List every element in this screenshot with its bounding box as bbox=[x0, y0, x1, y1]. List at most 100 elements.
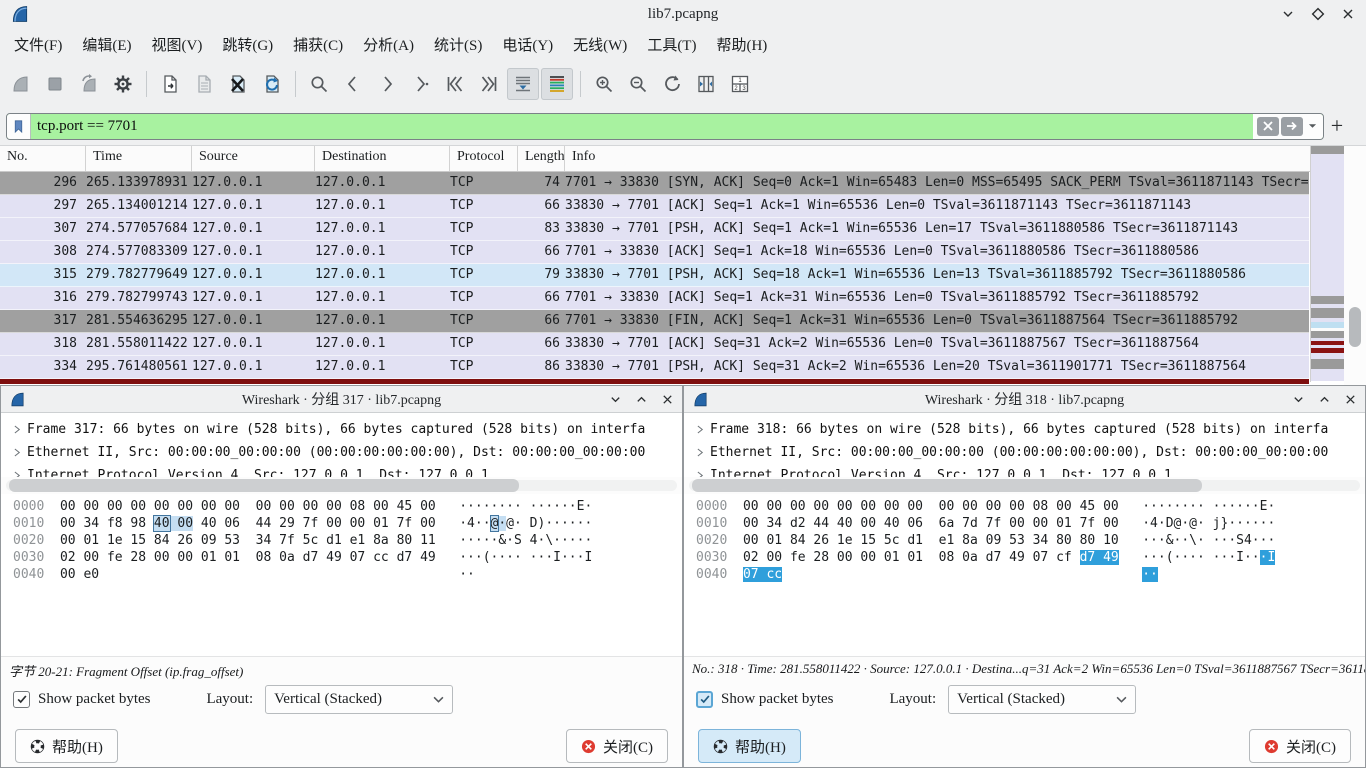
hex-line[interactable]: 0030 02 00 fe 28 00 00 01 01 08 0a d7 49… bbox=[696, 549, 1365, 566]
zoom-in-icon[interactable] bbox=[588, 68, 620, 100]
menu-item-9[interactable]: 工具(T) bbox=[637, 30, 706, 59]
close-icon[interactable] bbox=[660, 392, 674, 406]
menu-item-7[interactable]: 电话(Y) bbox=[492, 30, 563, 59]
tree-row[interactable]: Internet Protocol Version 4, Src: 127.0.… bbox=[7, 464, 682, 477]
close-icon[interactable] bbox=[1343, 392, 1357, 406]
filter-clear-icon[interactable] bbox=[1257, 117, 1279, 136]
packet-row-296[interactable]: 296265.133978931127.0.0.1127.0.0.1TCP747… bbox=[0, 172, 1309, 195]
hex-line[interactable]: 0020 00 01 1e 15 84 26 09 53 34 7f 5c d1… bbox=[13, 532, 682, 549]
minimize-icon[interactable] bbox=[1291, 392, 1305, 406]
start-capture-icon[interactable] bbox=[5, 68, 37, 100]
packet-detail-tree[interactable]: Frame 317: 66 bytes on wire (528 bits), … bbox=[1, 413, 682, 477]
packet-row-297[interactable]: 297265.134001214127.0.0.1127.0.0.1TCP663… bbox=[0, 195, 1309, 218]
partial-packet-row[interactable] bbox=[0, 379, 1309, 384]
column-header-length[interactable]: Length bbox=[518, 146, 565, 171]
expander-chevron-icon[interactable] bbox=[690, 448, 710, 457]
packet-row-317[interactable]: 317281.554636295127.0.0.1127.0.0.1TCP667… bbox=[0, 310, 1309, 333]
column-header-source[interactable]: Source bbox=[192, 146, 315, 171]
packet-row-316[interactable]: 316279.782799743127.0.0.1127.0.0.1TCP667… bbox=[0, 287, 1309, 310]
filter-add-button[interactable]: + bbox=[1324, 113, 1350, 139]
restart-capture-icon[interactable] bbox=[73, 68, 105, 100]
menu-item-4[interactable]: 捕获(C) bbox=[283, 30, 353, 59]
go-back-icon[interactable] bbox=[337, 68, 369, 100]
tree-row[interactable]: Ethernet II, Src: 00:00:00_00:00:00 (00:… bbox=[7, 441, 682, 464]
scrollbar-handle[interactable] bbox=[9, 479, 519, 492]
resize-columns-icon[interactable] bbox=[690, 68, 722, 100]
colorize-packets-icon[interactable] bbox=[541, 68, 573, 100]
display-columns-icon[interactable]: 123 bbox=[724, 68, 756, 100]
find-packet-icon[interactable] bbox=[303, 68, 335, 100]
zoom-out-icon[interactable] bbox=[622, 68, 654, 100]
hex-line[interactable]: 0000 00 00 00 00 00 00 00 00 00 00 00 00… bbox=[696, 498, 1365, 515]
hex-line[interactable]: 0030 02 00 fe 28 00 00 01 01 08 0a d7 49… bbox=[13, 549, 682, 566]
close-button[interactable]: 关闭(C) bbox=[1249, 729, 1351, 763]
filter-dropdown-icon[interactable] bbox=[1305, 123, 1319, 129]
menu-item-0[interactable]: 文件(F) bbox=[4, 30, 72, 59]
show-packet-bytes-checkbox[interactable] bbox=[13, 691, 30, 708]
packet-bytes-pane[interactable]: 0000 00 00 00 00 00 00 00 00 00 00 00 00… bbox=[1, 494, 682, 656]
packet-bytes-pane[interactable]: 0000 00 00 00 00 00 00 00 00 00 00 00 00… bbox=[684, 494, 1365, 656]
scrollbar-handle[interactable] bbox=[1349, 307, 1361, 347]
horizontal-scrollbar[interactable] bbox=[689, 479, 1360, 492]
display-filter-input[interactable]: tcp.port == 7701 bbox=[6, 113, 1324, 140]
go-forward-icon[interactable] bbox=[371, 68, 403, 100]
hex-line[interactable]: 0000 00 00 00 00 00 00 00 00 00 00 00 00… bbox=[13, 498, 682, 515]
menu-item-6[interactable]: 统计(S) bbox=[424, 30, 492, 59]
filter-bookmark-icon[interactable] bbox=[7, 114, 31, 139]
auto-scroll-icon[interactable] bbox=[507, 68, 539, 100]
maximize-icon[interactable] bbox=[1310, 6, 1326, 22]
packet-list-minimap[interactable] bbox=[1310, 146, 1344, 382]
filter-apply-icon[interactable] bbox=[1281, 117, 1303, 136]
tree-row[interactable]: Frame 317: 66 bytes on wire (528 bits), … bbox=[7, 418, 682, 441]
expander-chevron-icon[interactable] bbox=[7, 448, 27, 457]
packet-row-307[interactable]: 307274.577057684127.0.0.1127.0.0.1TCP833… bbox=[0, 218, 1309, 241]
tree-row[interactable]: Frame 318: 66 bytes on wire (528 bits), … bbox=[690, 418, 1365, 441]
hex-line[interactable]: 0020 00 01 84 26 1e 15 5c d1 e1 8a 09 53… bbox=[696, 532, 1365, 549]
hex-line[interactable]: 0010 00 34 f8 98 40 00 40 06 44 29 7f 00… bbox=[13, 515, 682, 532]
hex-line[interactable]: 0040 00 e0 ·· bbox=[13, 566, 682, 583]
layout-select[interactable]: Vertical (Stacked) bbox=[948, 685, 1136, 714]
column-header-protocol[interactable]: Protocol bbox=[450, 146, 518, 171]
minimize-icon[interactable] bbox=[1280, 6, 1296, 22]
hex-line[interactable]: 0010 00 34 d2 44 40 00 40 06 6a 7d 7f 00… bbox=[696, 515, 1365, 532]
show-packet-bytes-checkbox[interactable] bbox=[696, 691, 713, 708]
reload-file-icon[interactable] bbox=[256, 68, 288, 100]
expander-chevron-icon[interactable] bbox=[7, 471, 27, 477]
expander-chevron-icon[interactable] bbox=[690, 471, 710, 477]
close-file-icon[interactable] bbox=[222, 68, 254, 100]
packet-row-315[interactable]: 315279.782779649127.0.0.1127.0.0.1TCP793… bbox=[0, 264, 1309, 287]
maximize-icon[interactable] bbox=[634, 392, 648, 406]
column-header-destination[interactable]: Destination bbox=[315, 146, 450, 171]
packet-detail-tree[interactable]: Frame 318: 66 bytes on wire (528 bits), … bbox=[684, 413, 1365, 477]
horizontal-scrollbar[interactable] bbox=[6, 479, 677, 492]
packet-list-scrollbar[interactable] bbox=[1344, 146, 1366, 385]
menu-item-3[interactable]: 跳转(G) bbox=[212, 30, 283, 59]
column-header-no[interactable]: No. bbox=[0, 146, 86, 171]
open-file-icon[interactable] bbox=[154, 68, 186, 100]
go-first-icon[interactable] bbox=[439, 68, 471, 100]
column-header-info[interactable]: Info bbox=[565, 146, 1366, 171]
menu-item-2[interactable]: 视图(V) bbox=[142, 30, 213, 59]
zoom-reset-icon[interactable] bbox=[656, 68, 688, 100]
close-icon[interactable] bbox=[1340, 6, 1356, 22]
tree-row[interactable]: Internet Protocol Version 4, Src: 127.0.… bbox=[690, 464, 1365, 477]
filter-text[interactable]: tcp.port == 7701 bbox=[31, 114, 1253, 139]
expander-chevron-icon[interactable] bbox=[690, 425, 710, 434]
expander-chevron-icon[interactable] bbox=[7, 425, 27, 434]
tree-row[interactable]: Ethernet II, Src: 00:00:00_00:00:00 (00:… bbox=[690, 441, 1365, 464]
close-button[interactable]: 关闭(C) bbox=[566, 729, 668, 763]
menu-item-5[interactable]: 分析(A) bbox=[353, 30, 424, 59]
menu-item-8[interactable]: 无线(W) bbox=[563, 30, 637, 59]
scrollbar-handle[interactable] bbox=[692, 479, 1202, 492]
go-last-icon[interactable] bbox=[473, 68, 505, 100]
capture-options-icon[interactable] bbox=[107, 68, 139, 100]
help-button[interactable]: 帮助(H) bbox=[698, 729, 801, 763]
minimize-icon[interactable] bbox=[608, 392, 622, 406]
help-button[interactable]: 帮助(H) bbox=[15, 729, 118, 763]
packet-row-334[interactable]: 334295.761480561127.0.0.1127.0.0.1TCP863… bbox=[0, 356, 1309, 379]
hex-line[interactable]: 0040 07 cc ·· bbox=[696, 566, 1365, 583]
column-header-time[interactable]: Time bbox=[86, 146, 192, 171]
packet-row-318[interactable]: 318281.558011422127.0.0.1127.0.0.1TCP663… bbox=[0, 333, 1309, 356]
stop-capture-icon[interactable] bbox=[39, 68, 71, 100]
save-file-icon[interactable] bbox=[188, 68, 220, 100]
